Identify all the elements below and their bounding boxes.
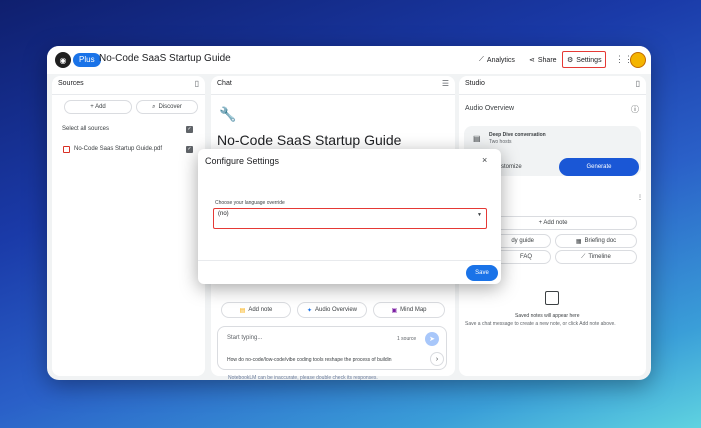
dialog-title: Configure Settings <box>205 156 280 166</box>
language-override-value: (no) <box>218 211 229 217</box>
language-override-label: Choose your language override <box>215 200 285 206</box>
close-icon[interactable]: × <box>482 155 487 165</box>
caret-down-icon: ▼ <box>477 212 482 218</box>
save-button[interactable]: Save <box>466 265 498 281</box>
configure-settings-dialog: Configure Settings × Choose your languag… <box>198 149 501 284</box>
dialog-divider <box>198 260 501 261</box>
modal-layer: Configure Settings × Choose your languag… <box>0 0 701 428</box>
language-override-select[interactable]: (no) ▼ <box>213 208 487 229</box>
